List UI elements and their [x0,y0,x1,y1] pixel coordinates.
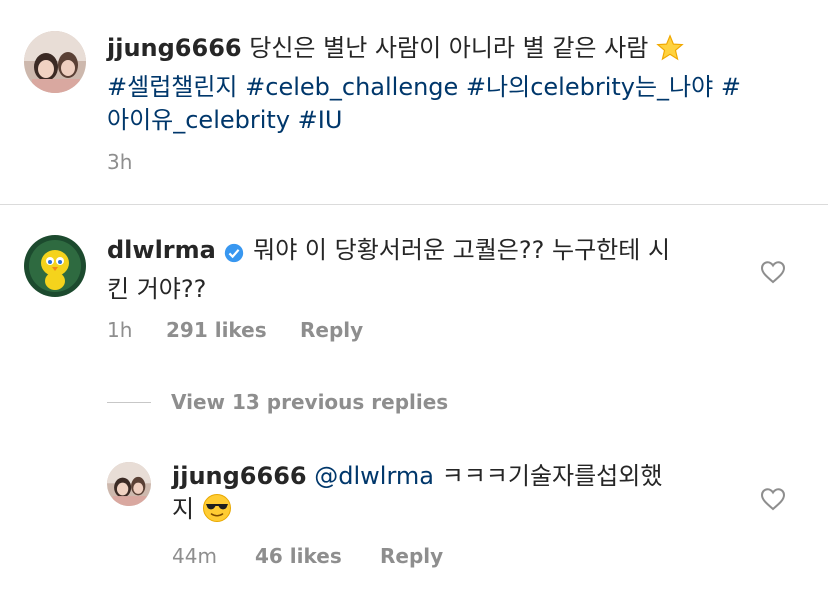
post-time: 3h [107,150,133,174]
post-username[interactable]: jjung6666 [107,34,242,62]
reply-likes[interactable]: 46 likes [255,544,342,568]
comment-reply-button[interactable]: Reply [300,318,363,342]
post-hashtags-line2[interactable]: 아이유_celebrity #IU [107,106,342,134]
reply-like-heart-icon[interactable] [760,487,786,511]
post-caption-text: 당신은 별난 사람이 아니라 별 같은 사람 [249,34,649,62]
star-emoji-icon [656,34,684,71]
reply-reply-button[interactable]: Reply [380,544,443,568]
comment-like-heart-icon[interactable] [760,260,786,284]
reply-time: 44m [172,544,217,568]
reply-text-line2: 지 [172,495,195,523]
post-avatar[interactable] [24,31,86,93]
view-replies-line [107,402,151,403]
verified-badge-icon [223,240,245,273]
view-previous-replies-button[interactable]: View 13 previous replies [171,390,448,414]
post-caption: jjung6666 당신은 별난 사람이 아니라 별 같은 사람 #셀럽챌린지 … [107,32,807,137]
comment-avatar[interactable] [24,235,86,297]
reply-body: jjung6666 @dlwlrma ㅋㅋㅋ기술자를섭외했 지 [172,460,732,532]
comment-text-line1: 뭐야 이 당황서러운 고퀄은?? 누구한테 시 [253,236,671,264]
comment-username[interactable]: dlwlrma [107,236,216,264]
reply-text-line1: ㅋㅋㅋ기술자를섭외했 [441,462,663,490]
comment-body: dlwlrma 뭐야 이 당황서러운 고퀄은?? 누구한테 시 킨 거야?? [107,234,727,306]
reply-mention[interactable]: @dlwlrma [314,462,434,490]
comment-text-line2: 킨 거야?? [107,275,207,303]
comment-likes[interactable]: 291 likes [166,318,267,342]
reply-username[interactable]: jjung6666 [172,462,307,490]
comment-time: 1h [107,318,133,342]
reply-avatar[interactable] [107,462,151,506]
divider [0,204,828,205]
post-hashtags-line1[interactable]: #셀럽챌린지 #celeb_challenge #나의celebrity는_나야… [107,73,741,101]
sunglasses-emoji-icon [202,493,232,532]
